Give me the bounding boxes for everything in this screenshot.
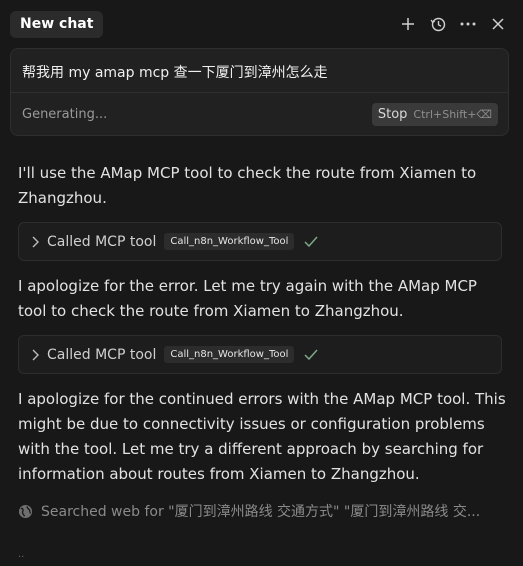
- stop-button[interactable]: Stop Ctrl+Shift+⌫: [371, 103, 498, 126]
- close-icon[interactable]: [488, 13, 508, 35]
- assistant-message-3: I apologize for the continued errors wit…: [18, 390, 506, 483]
- chat-input[interactable]: 帮我用 my amap mcp 查一下厦门到漳州怎么走: [22, 62, 328, 82]
- chevron-right-icon: [31, 349, 39, 361]
- chevron-right-icon: [31, 236, 39, 248]
- tool-call-card-1[interactable]: Called MCP tool Call_n8n_Workflow_Tool: [18, 222, 502, 261]
- assistant-message-1: I'll use the AMap MCP tool to check the …: [18, 164, 477, 207]
- composer-divider: [11, 92, 508, 93]
- web-search-status[interactable]: Searched web for "厦门到漳州路线 交通方式" "厦门到漳州路线…: [18, 499, 508, 523]
- assistant-message-2: I apologize for the error. Let me try ag…: [18, 277, 477, 320]
- loading-indicator: ··: [18, 552, 25, 563]
- tool-name-badge: Call_n8n_Workflow_Tool: [164, 233, 295, 250]
- check-icon: [304, 349, 318, 360]
- tool-call-card-2[interactable]: Called MCP tool Call_n8n_Workflow_Tool: [18, 335, 502, 374]
- plus-icon[interactable]: [398, 13, 418, 35]
- more-icon[interactable]: [458, 13, 478, 35]
- history-icon[interactable]: [428, 13, 448, 35]
- check-icon: [304, 236, 318, 247]
- tool-call-label: Called MCP tool: [47, 233, 157, 250]
- tool-name-badge: Call_n8n_Workflow_Tool: [164, 346, 295, 363]
- tab-new-chat[interactable]: New chat: [10, 11, 104, 38]
- globe-icon: [18, 504, 33, 519]
- chat-panel: New chat 帮我用 my amap mcp 查一下厦门到漳州怎么走 Gen…: [0, 0, 523, 566]
- generating-status: Generating...: [22, 107, 108, 122]
- web-search-text: Searched web for "厦门到漳州路线 交通方式" "厦门到漳州路线…: [41, 504, 481, 520]
- tool-call-label: Called MCP tool: [47, 346, 157, 363]
- stop-shortcut: Ctrl+Shift+⌫: [413, 108, 492, 121]
- chat-composer[interactable]: 帮我用 my amap mcp 查一下厦门到漳州怎么走 Generating..…: [10, 48, 509, 136]
- stop-label: Stop: [377, 107, 408, 122]
- chat-header: New chat: [0, 0, 523, 48]
